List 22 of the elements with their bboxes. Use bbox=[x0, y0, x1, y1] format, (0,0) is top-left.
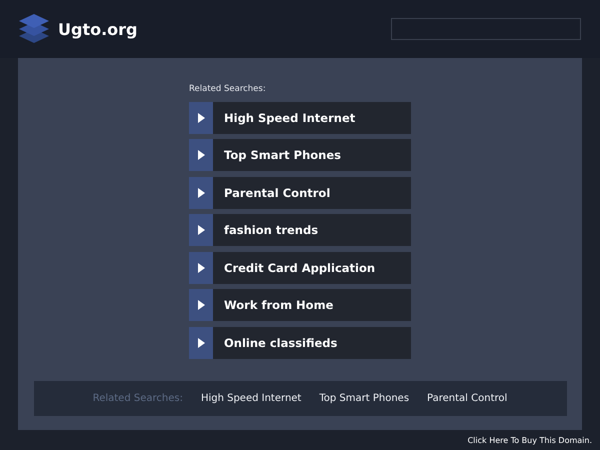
play-icon bbox=[198, 112, 204, 122]
buy-domain-link[interactable]: Click Here To Buy This Domain. bbox=[468, 436, 592, 444]
search-link[interactable]: fashion trends bbox=[189, 214, 411, 246]
bar-heading: Related Searches: bbox=[92, 393, 183, 404]
search-link[interactable]: Parental Control bbox=[427, 393, 508, 404]
search-link[interactable]: High Speed Internet bbox=[189, 102, 411, 134]
search-link[interactable]: Top Smart Phones bbox=[189, 139, 411, 171]
site-title: Ugto.org bbox=[58, 20, 138, 38]
search-link[interactable]: Online classifieds bbox=[189, 326, 411, 358]
play-icon bbox=[198, 225, 204, 235]
play-icon bbox=[198, 188, 204, 198]
play-icon bbox=[198, 150, 204, 160]
search-link[interactable]: High Speed Internet bbox=[200, 393, 302, 404]
search-link[interactable]: Top Smart Phones bbox=[319, 393, 410, 404]
search-link[interactable]: Parental Control bbox=[189, 176, 411, 208]
related-searches-heading: Related Searches: bbox=[189, 84, 266, 94]
search-link[interactable]: Credit Card Application bbox=[189, 252, 411, 284]
play-icon bbox=[198, 262, 204, 272]
play-icon bbox=[198, 300, 204, 310]
search-link[interactable]: Work from Home bbox=[189, 289, 411, 321]
play-icon bbox=[198, 338, 204, 348]
search-field[interactable] bbox=[391, 18, 581, 40]
